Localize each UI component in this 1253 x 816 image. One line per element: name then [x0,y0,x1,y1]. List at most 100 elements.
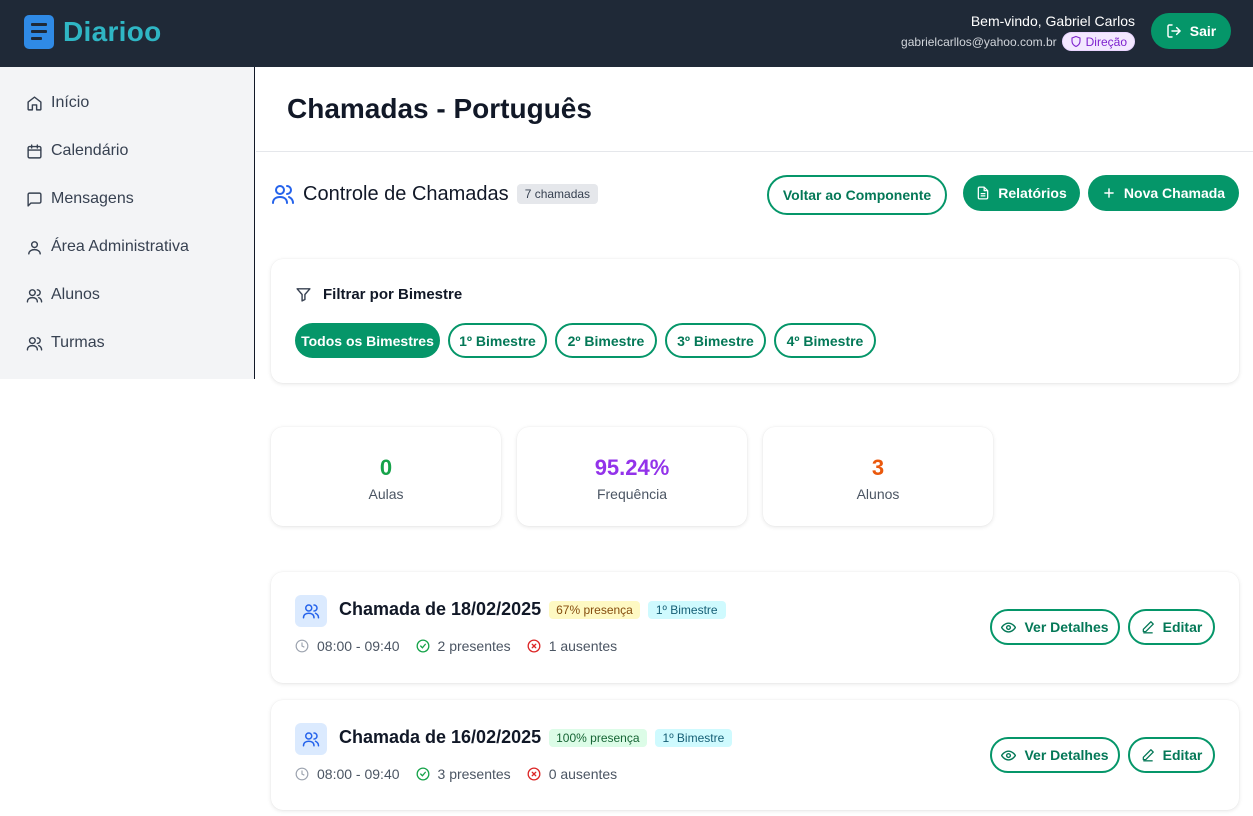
chip-label: 2º Bimestre [567,332,645,349]
filter-chip-todos[interactable]: Todos os Bimestres [295,323,440,358]
clock-icon [295,639,309,653]
filter-card: Filtrar por Bimestre Todos os Bimestres … [271,259,1239,383]
sidebar-item-alunos[interactable]: Alunos [26,283,100,307]
back-label: Voltar ao Componente [782,187,932,203]
pencil-icon [1142,749,1154,762]
call-meta: 08:00 - 09:40 3 presentes 0 ausentes [295,766,633,782]
stat-label: Alunos [856,486,900,502]
shield-icon [1071,35,1081,48]
page-header: Chamadas - Português [256,67,1253,152]
filter-chip-4-bimestre[interactable]: 4º Bimestre [774,323,876,358]
sidebar-item-label: Turmas [51,334,105,351]
presence-badge: 67% presença [549,600,640,619]
stat-label: Frequência [596,486,668,502]
sidebar-item-label: Início [51,94,90,111]
app-name: Diarioo [63,16,162,47]
logout-button[interactable]: Sair [1151,13,1231,49]
page-title: Chamadas - Português [287,93,592,124]
sidebar-item-turmas[interactable]: Turmas [26,331,105,355]
user-email: gabrielcarllos@yahoo.com.br [901,34,1057,49]
bimester-badge: 1º Bimestre [647,600,726,619]
absent-count: 0 ausentes [527,766,618,782]
present-text: 2 presentes [437,638,511,654]
stat-value: 95.24% [594,455,670,480]
present-count: 3 presentes [416,766,511,782]
home-icon [27,95,42,111]
sidebar-item-label: Calendário [51,142,129,159]
filter-icon [296,288,311,302]
edit-button[interactable]: Editar [1128,609,1215,645]
call-title-text: Chamada de 18/02/2025 [339,599,542,619]
stat-value: 0 [379,455,393,480]
absent-text: 0 ausentes [548,766,618,782]
sidebar-item-calendario[interactable]: Calendário [26,139,128,163]
section-header: Controle de Chamadas 7 chamadas [271,182,599,206]
chip-label: 1º Bimestre [459,332,536,349]
users-icon [26,288,43,303]
time-text: 08:00 - 09:40 [317,766,400,782]
calendar-icon [27,143,42,159]
view-details-button[interactable]: Ver Detalhes [990,737,1120,773]
welcome-text: Bem-vindo, Gabriel Carlos [970,13,1135,29]
call-title-text: Chamada de 16/02/2025 [339,727,542,747]
new-call-button[interactable]: Nova Chamada [1088,175,1239,211]
sidebar-item-label: Alunos [51,286,100,303]
filter-chip-1-bimestre[interactable]: 1º Bimestre [448,323,547,358]
users-icon [295,723,327,755]
presence-badge: 100% presença [549,728,647,747]
time-text: 08:00 - 09:40 [317,638,400,654]
filter-chip-3-bimestre[interactable]: 3º Bimestre [665,323,766,358]
edit-button[interactable]: Editar [1128,737,1215,773]
sidebar-item-label: Área Administrativa [51,238,189,255]
section-title: Controle de Chamadas [303,182,509,205]
edit-label: Editar [1162,619,1203,635]
eye-icon [1001,749,1017,761]
reports-label: Relatórios [998,185,1067,201]
stat-label: Aulas [368,486,404,502]
chip-label: Todos os Bimestres [301,332,434,349]
reports-button[interactable]: Relatórios [963,175,1080,211]
stat-card-frequencia: 95.24% Frequência [517,427,747,526]
chip-label: 4º Bimestre [786,332,864,349]
message-icon [27,191,42,207]
back-to-component-button[interactable]: Voltar ao Componente [767,175,947,215]
logout-label: Sair [1189,23,1217,39]
present-text: 3 presentes [437,766,511,782]
book-icon [24,15,54,49]
filter-title: Filtrar por Bimestre [295,286,462,303]
top-bar: Diarioo Bem-vindo, Gabriel Carlos gabrie… [0,0,1253,67]
users-icon [295,595,327,627]
eye-icon [1001,621,1017,633]
count-badge: 7 chamadas [516,184,599,204]
stat-value: 3 [871,455,885,480]
absent-text: 1 ausentes [548,638,618,654]
sidebar-item-mensagens[interactable]: Mensagens [26,187,134,211]
call-card: Chamada de 16/02/2025 100% presença 1º B… [271,700,1239,810]
file-text-icon [977,186,989,200]
x-circle-icon [527,767,541,781]
clock-icon [295,767,309,781]
present-count: 2 presentes [416,638,511,654]
filter-chip-2-bimestre[interactable]: 2º Bimestre [555,323,657,358]
view-details-button[interactable]: Ver Detalhes [990,609,1120,645]
filter-label: Filtrar por Bimestre [323,286,463,303]
pencil-icon [1142,621,1154,634]
call-time: 08:00 - 09:40 [295,638,400,654]
logout-icon [1167,24,1181,38]
plus-icon [1104,188,1114,198]
call-time: 08:00 - 09:40 [295,766,400,782]
role-label: Direção [1085,34,1127,49]
sidebar-item-area-administrativa[interactable]: Área Administrativa [26,235,189,259]
call-title: Chamada de 18/02/2025 67% presença 1º Bi… [339,599,726,620]
call-meta: 08:00 - 09:40 2 presentes 1 ausentes [295,638,633,654]
sidebar: Início Calendário Mensagens Área Adminis… [0,67,255,379]
call-title: Chamada de 16/02/2025 100% presença 1º B… [339,727,733,748]
call-card: Chamada de 18/02/2025 67% presença 1º Bi… [271,572,1239,683]
stat-card-aulas: 0 Aulas [271,427,501,526]
new-call-label: Nova Chamada [1123,185,1226,201]
x-circle-icon [527,639,541,653]
sidebar-item-inicio[interactable]: Início [26,91,89,115]
app-logo[interactable]: Diarioo [24,15,162,49]
stat-card-alunos: 3 Alunos [763,427,993,526]
absent-count: 1 ausentes [527,638,618,654]
